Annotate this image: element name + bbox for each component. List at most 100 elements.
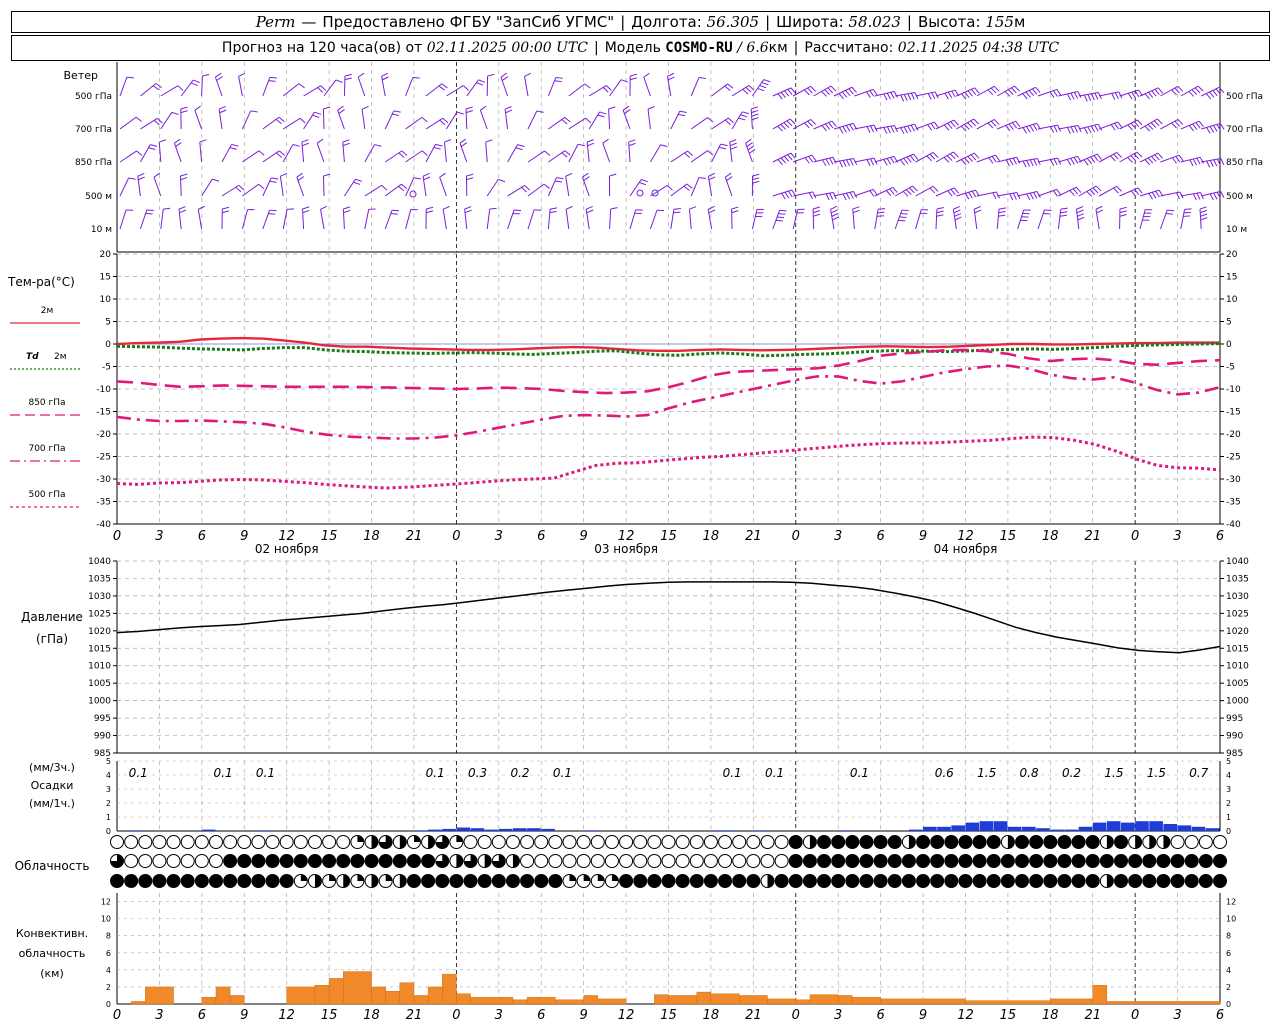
wind-barb-feather <box>1076 206 1084 210</box>
cloud-cover-symbol <box>1213 874 1227 888</box>
cloud-cover-circle <box>1071 835 1086 849</box>
wind-barb-feather <box>342 142 350 147</box>
temp-legend-entry: 850 гПа <box>10 398 80 416</box>
wind-barb <box>1058 124 1082 134</box>
cloud-cover-symbol <box>1170 874 1185 888</box>
wind-barb-feather <box>720 143 728 147</box>
cloud-cover-symbol <box>576 835 591 849</box>
conv-x-tick-label: 0 <box>1131 1008 1139 1023</box>
wind-barb <box>119 116 142 130</box>
cloud-cover-circle <box>279 874 294 888</box>
precip-bar <box>512 828 527 831</box>
wind-barb <box>915 91 939 100</box>
wind-barb-feather <box>136 150 143 156</box>
prec-tick-label-left: 4 <box>106 771 111 780</box>
cloud-cover-symbol <box>576 874 591 888</box>
wind-barb <box>895 153 919 166</box>
wind-barb-feather <box>299 117 306 124</box>
wind-barb <box>465 173 474 197</box>
cloud-cover-symbol <box>251 854 266 868</box>
wind-barb-feather <box>1137 119 1143 126</box>
wind-barb-feather <box>1155 190 1160 198</box>
wind-barb-feather <box>480 105 487 111</box>
wind-level-label-left: 850 гПа <box>75 158 112 168</box>
wind-barb <box>1078 153 1102 166</box>
wind-barb-feather <box>338 109 345 114</box>
wind-barb <box>262 150 286 163</box>
wind-barb-feather <box>1012 192 1017 200</box>
wind-barb <box>303 85 327 97</box>
cloud-cover-symbol <box>1142 854 1157 868</box>
wind-barb-feather <box>426 210 434 214</box>
cloud-cover-symbol <box>1000 874 1015 888</box>
wind-barb-feather <box>738 117 746 121</box>
wind-barb-feather <box>1110 155 1116 162</box>
wind-barb-shaft <box>915 185 934 197</box>
wind-barb-feather <box>1176 192 1181 200</box>
wind-barb <box>422 172 431 197</box>
wind-barb-feather <box>949 153 956 160</box>
wind-barb-feather <box>1133 153 1140 160</box>
temp-x-tick-label: 15 <box>1000 529 1017 544</box>
wind-barb-shaft <box>527 209 535 230</box>
calm-wind-circle <box>409 190 417 198</box>
wind-barb-feather <box>673 211 681 214</box>
cloud-cover-fill <box>371 874 379 888</box>
wind-barb-feather <box>1009 158 1014 166</box>
cloud-cover-symbol <box>251 874 266 888</box>
cloud-cover-circle <box>760 854 775 868</box>
cloud-cover-circle <box>817 854 832 868</box>
wind-barb <box>707 172 716 197</box>
conv-x-tick-label: 21 <box>1084 1008 1101 1023</box>
precip-3h-sum-label: 0.1 <box>553 766 572 780</box>
cloud-cover-symbol <box>1128 835 1143 849</box>
wind-barb-feather <box>517 144 525 147</box>
cloud-cover-symbol <box>534 874 549 888</box>
wind-barb <box>915 185 939 197</box>
wind-barb-feather <box>731 206 739 210</box>
wind-barb-shaft <box>588 111 601 130</box>
cloud-cover-circle <box>901 874 916 888</box>
pres-tick-label-right: 1025 <box>1226 609 1249 619</box>
cloud-cover-circle <box>675 835 690 849</box>
cloud-cover-symbol <box>534 854 549 868</box>
precip-bar <box>979 821 994 831</box>
wind-barb <box>997 120 1021 132</box>
cloud-cover-circle <box>633 854 648 868</box>
wind-barb-feather <box>524 72 532 77</box>
wind-barb-feather <box>459 138 466 144</box>
wind-barb-feather <box>1066 93 1072 101</box>
cloud-cover-fill <box>1163 835 1170 849</box>
wind-barb-feather <box>851 86 857 93</box>
conv-x-tick-label: 0 <box>113 1008 121 1023</box>
wind-barb-feather <box>1077 213 1085 217</box>
cloud-cover-circle <box>930 835 945 849</box>
cloud-cover-circle <box>746 874 761 888</box>
cloud-cover-symbol <box>491 854 506 868</box>
wind-barb-feather <box>1092 187 1099 194</box>
wind-barb-feather <box>930 123 936 130</box>
wind-barb-feather <box>1056 89 1062 96</box>
wind-barb-feather <box>1148 193 1153 200</box>
cloud-cover-symbol <box>194 854 209 868</box>
wind-barb-shaft <box>173 143 182 163</box>
wind-barb <box>724 172 733 197</box>
cloud-cover-symbol <box>590 835 605 849</box>
wind-barb <box>425 206 434 230</box>
cloud-cover-circle <box>223 874 238 888</box>
wind-barb-feather <box>1012 157 1017 165</box>
conv-x-tick-label: 3 <box>1173 1008 1181 1023</box>
wind-barb-shaft <box>425 117 444 130</box>
cloud-cover-symbol <box>505 835 520 849</box>
wind-barb <box>874 186 898 197</box>
wind-barb <box>445 111 464 130</box>
cloud-cover-circle <box>732 854 747 868</box>
wind-barb-shaft <box>197 209 203 230</box>
wind-barb-feather <box>1178 154 1184 162</box>
cloud-cover-circle <box>279 835 294 849</box>
cloud-cover-circle <box>1043 854 1058 868</box>
wind-barb <box>813 156 837 167</box>
wind-barb-feather <box>1213 192 1218 200</box>
pres-tick-label-right: 1015 <box>1226 644 1249 654</box>
cloud-cover-symbol <box>336 835 351 849</box>
